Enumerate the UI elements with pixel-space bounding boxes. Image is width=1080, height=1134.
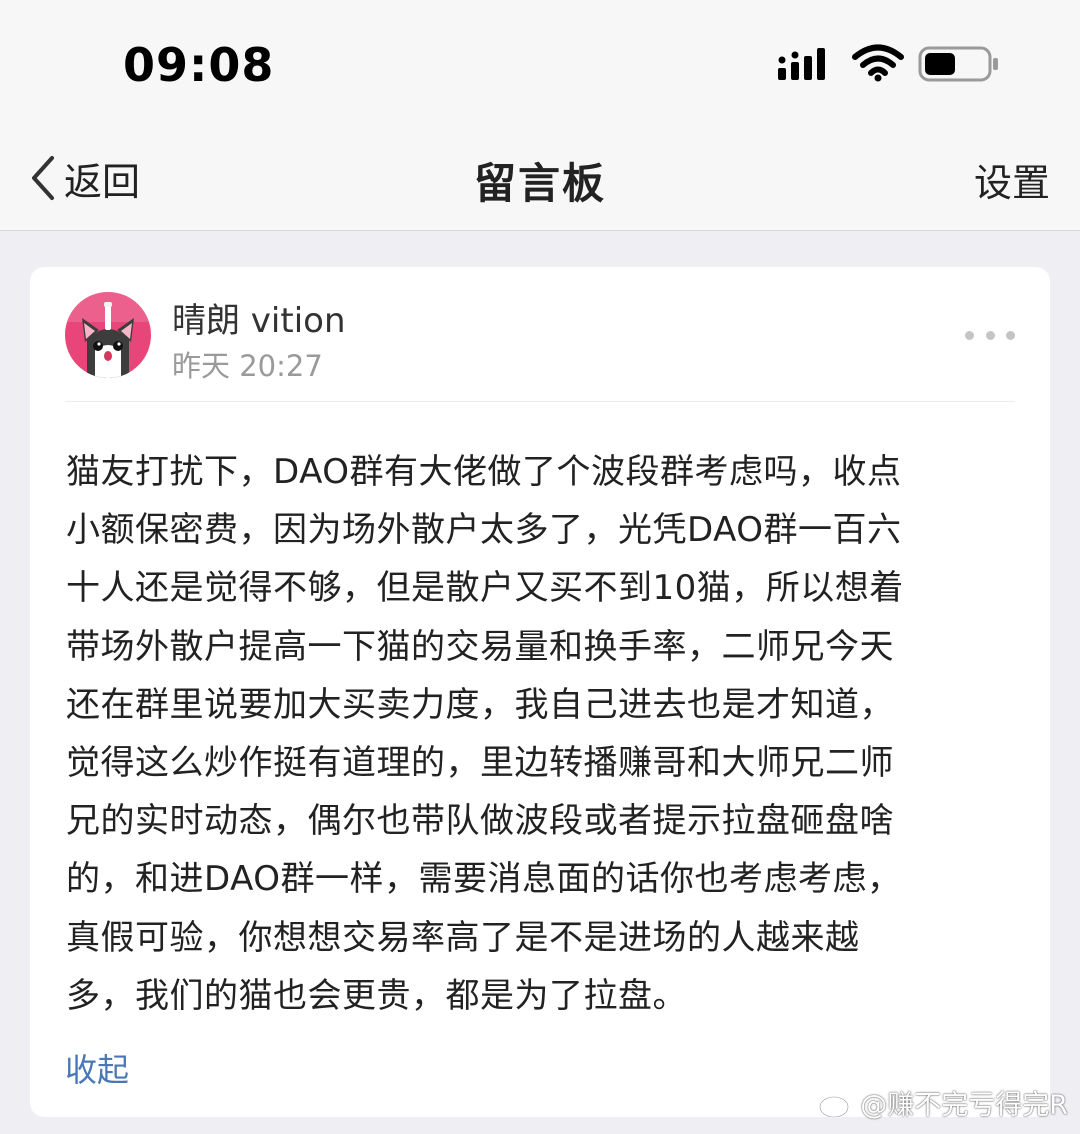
- battery-icon: [918, 46, 998, 82]
- page-title: 留言板: [473, 159, 606, 208]
- collapse-link[interactable]: 收起: [65, 1045, 129, 1091]
- avatar[interactable]: [65, 292, 151, 378]
- message-line: 的，和进DAO群一样，需要消息面的话你也考虑考虑，: [66, 859, 902, 900]
- post-timestamp: 昨天 20:27: [172, 349, 323, 383]
- more-dot: [985, 330, 995, 340]
- message-line: 还在群里说要加大买卖力度，我自己进去也是才知道，: [66, 684, 894, 725]
- more-dot: [1006, 330, 1015, 340]
- more-button[interactable]: [965, 325, 1015, 345]
- message-line: 觉得这么炒作挺有道理的，里边转播赚哥和大师兄二师: [66, 743, 894, 784]
- message-line: 小额保密费，因为场外散户太多了，光凭DAO群一百六: [66, 510, 902, 551]
- divider: [65, 401, 1015, 402]
- cellular-signal-icon: [778, 48, 825, 80]
- author-name[interactable]: 晴朗 vition: [172, 293, 346, 342]
- message-line: 猫友打扰下，DAO群有大佬做了个波段群考虑吗，收点: [66, 452, 902, 492]
- more-dot: [965, 330, 974, 340]
- status-time: 09:08: [123, 38, 275, 92]
- message-line: 十人还是觉得不够，但是散户又买不到10猫，所以想着: [66, 568, 904, 609]
- message-card: 晴朗 vition 昨天 20:27 猫友打扰下，DAO群有大佬做了个波段群考虑…: [30, 267, 1050, 1117]
- wifi-icon: [852, 44, 904, 82]
- message-line: 真假可验，你想想交易率高了是不是进场的人越来越: [66, 917, 860, 958]
- message-line: 带场外散户提高一下猫的交易量和换手率，二师兄今天: [66, 626, 894, 667]
- watermark-text: @赚不完亏得完R: [860, 1090, 1068, 1121]
- message-line: 兄的实时动态，偶尔也带队做波段或者提示拉盘砸盘啥: [66, 801, 894, 842]
- navigation-bar: 返回 留言板 设置: [0, 130, 1080, 231]
- message-line: 多，我们的猫也会更贵，都是为了拉盘。: [66, 975, 687, 1016]
- settings-button[interactable]: 设置: [974, 152, 1050, 207]
- weibo-icon: [819, 1089, 854, 1118]
- message-body: 猫友打扰下，DAO群有大佬做了个波段群考虑吗，收点 小额保密费，因为场外散户太多…: [66, 443, 1016, 1025]
- status-bar: 09:08: [0, 0, 1080, 130]
- watermark: @赚不完亏得完R: [818, 1083, 1068, 1122]
